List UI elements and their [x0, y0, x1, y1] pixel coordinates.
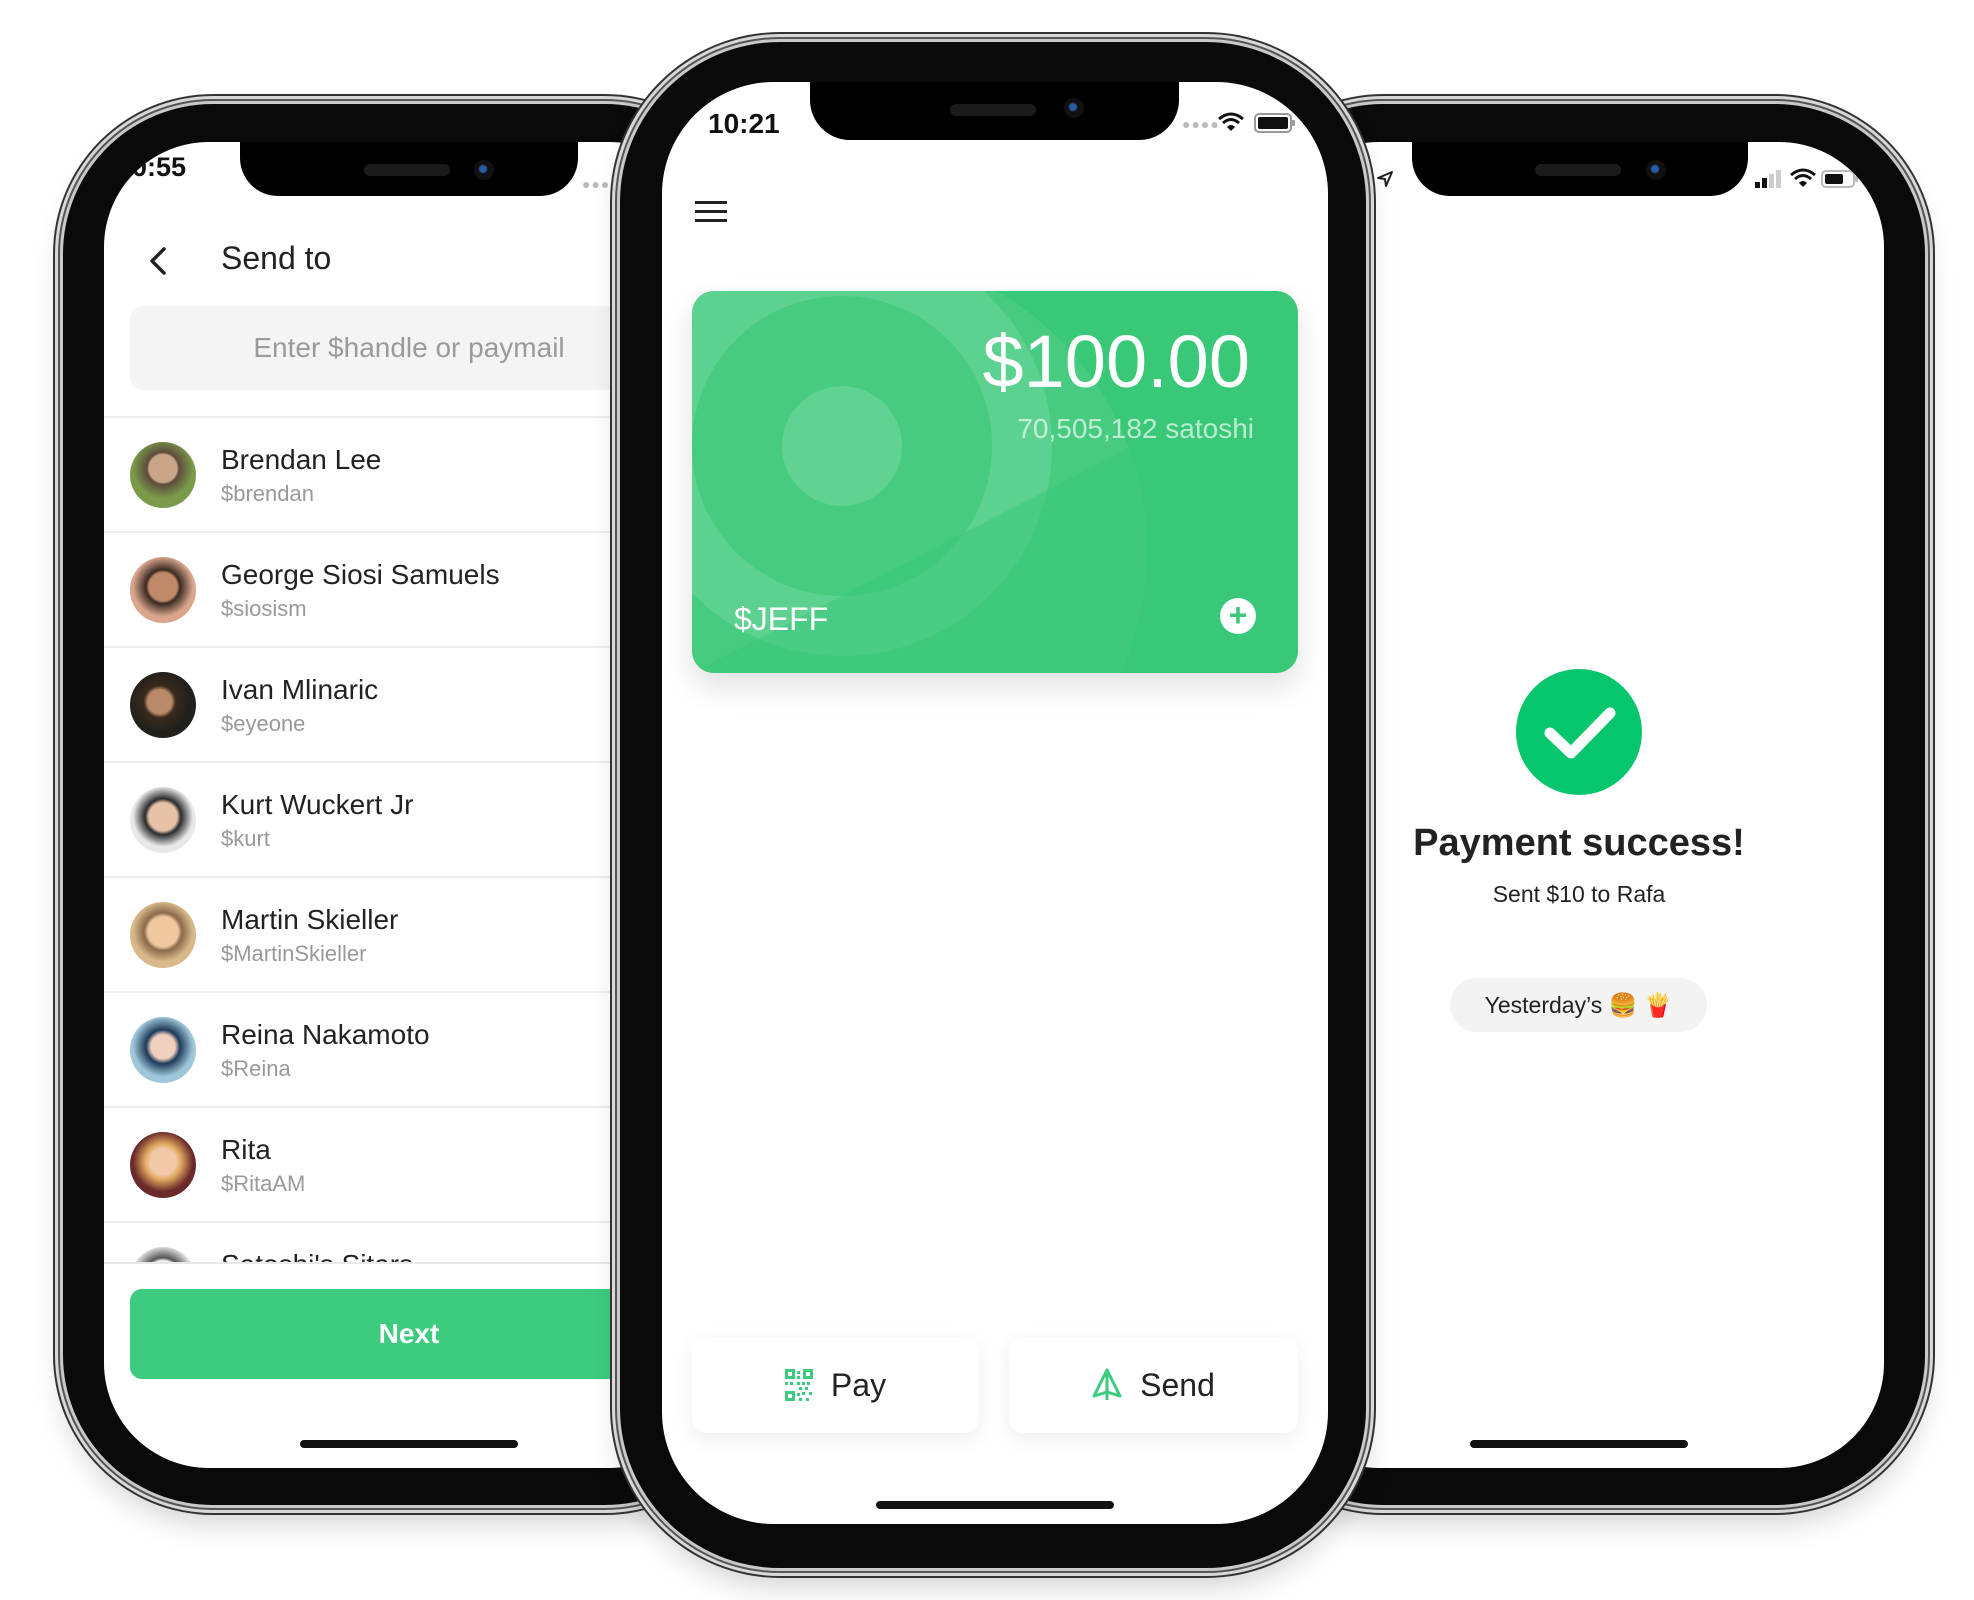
satoshi-amount: 70,505,182 satoshi [1017, 413, 1254, 444]
home-indicator [1470, 1440, 1688, 1448]
contact-handle: $siosism [221, 596, 307, 621]
avatar [130, 672, 196, 738]
avatar [130, 902, 196, 968]
pay-label: Pay [830, 1366, 887, 1403]
avatar [130, 1017, 196, 1083]
wifi-icon [1218, 112, 1244, 131]
plus-circle-icon[interactable]: + [1220, 598, 1256, 634]
paper-plane-icon [1092, 1368, 1122, 1400]
avatar [130, 1132, 196, 1198]
balance-card[interactable]: $100.00 70,505,182 satoshi $JEFF + [692, 291, 1298, 673]
contact-handle: $MartinSkieller [221, 941, 367, 966]
chevron-left-icon[interactable] [144, 246, 174, 276]
speaker [364, 164, 450, 176]
home-indicator [300, 1440, 518, 1448]
avatar [130, 557, 196, 623]
home-indicator [876, 1501, 1114, 1509]
pay-button[interactable]: Pay [692, 1337, 979, 1433]
status-time: 10:55 [117, 152, 187, 182]
speaker [949, 104, 1036, 116]
camera [474, 160, 494, 180]
contact-name: George Siosi Samuels [221, 559, 500, 590]
contact-name: Kurt Wuckert Jr [221, 789, 414, 820]
next-button[interactable]: Next [130, 1289, 688, 1379]
wallet-home-screen: 10:21 ●●●● $100.00 70,505,182 satoshi $J… [662, 82, 1328, 1524]
signal-icon: ●●●● [582, 176, 620, 192]
user-handle: $JEFF [734, 601, 829, 637]
contact-handle: $kurt [221, 826, 270, 851]
avatar [130, 1247, 196, 1262]
status-time: 10:21 [708, 108, 780, 139]
contact-name: Brendan Lee [221, 444, 382, 475]
payment-note: Yesterday’s 🍔 🍟 [1450, 978, 1707, 1032]
handle-search-input[interactable] [130, 306, 688, 390]
notch [810, 82, 1179, 140]
contact-name: Martin Skieller [221, 904, 399, 935]
signal-icon: ●●●● [1182, 116, 1220, 132]
contact-name: Reina Nakamoto [221, 1019, 430, 1050]
speaker [1535, 164, 1621, 176]
checkmark-circle-icon [1516, 669, 1642, 795]
contact-handle: $Reina [221, 1056, 291, 1081]
contact-name: Rita [221, 1134, 271, 1165]
battery-icon [1254, 113, 1295, 133]
contact-handle: $RitaAM [221, 1171, 306, 1196]
contact-handle: $brendan [221, 481, 314, 506]
notch [240, 142, 578, 196]
battery-icon [1821, 170, 1858, 188]
send-label: Send [1140, 1366, 1215, 1403]
contact-name: Satoshi's Sitars [221, 1249, 413, 1262]
location-arrow-icon [1377, 171, 1393, 187]
avatar [130, 787, 196, 853]
wifi-icon [1790, 168, 1816, 187]
cellular-signal-icon [1755, 170, 1781, 188]
send-button[interactable]: Send [1009, 1337, 1298, 1433]
camera [1064, 98, 1084, 118]
page-title: Send to [221, 240, 332, 276]
qr-code-icon [784, 1369, 813, 1401]
center-phone: 10:21 ●●●● $100.00 70,505,182 satoshi $J… [620, 42, 1366, 1568]
notch [1412, 142, 1748, 196]
camera [1646, 160, 1666, 180]
contact-name: Ivan Mlinaric [221, 674, 379, 705]
balance-amount: $100.00 [982, 320, 1251, 403]
contact-handle: $eyeone [221, 711, 306, 736]
hamburger-icon[interactable] [694, 198, 730, 226]
avatar [130, 442, 196, 508]
